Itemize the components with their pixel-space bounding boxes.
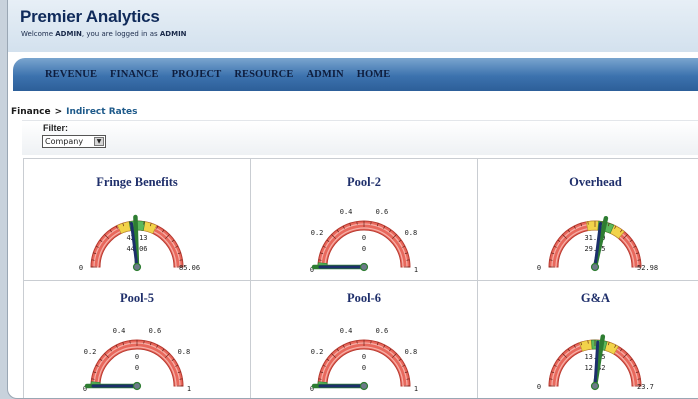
filter-bar: Filter: Company ▼ xyxy=(22,120,698,155)
gauge-svg: 023.713.8512.42 xyxy=(478,281,698,399)
chevron-down-icon[interactable]: ▼ xyxy=(94,137,104,146)
gauge-svg: 00.20.40.60.8100 xyxy=(251,281,478,399)
gauge-max-label: 23.7 xyxy=(637,383,654,391)
gauge-tick-label: 0.6 xyxy=(376,327,389,335)
gauge-tick-label: 1 xyxy=(414,266,418,274)
gauge-tick-label: 0.4 xyxy=(340,327,353,335)
nav-home[interactable]: HOME xyxy=(357,69,391,80)
gauge-hub xyxy=(361,264,368,271)
gauge-hub xyxy=(592,383,599,390)
gauge-svg: 085.0642.1344.06 xyxy=(24,159,251,281)
gauge-grid: Fringe Benefits085.0642.1344.06Pool-200.… xyxy=(23,158,698,399)
welcome-user: ADMIN xyxy=(55,30,82,38)
gauge-max-label: 85.06 xyxy=(179,264,200,272)
gauge-panel: G&A023.713.8512.42 xyxy=(478,281,698,399)
welcome-middle: , you are logged in as xyxy=(82,30,160,38)
gauge-value-1: 13.85 xyxy=(584,353,605,361)
gauge-value-2: 0 xyxy=(362,364,366,372)
gauge-hub xyxy=(592,264,599,271)
gauge-max-label: 52.98 xyxy=(637,264,658,272)
gauge-tick-label: 0.8 xyxy=(178,348,191,356)
gauge-value-2: 29.95 xyxy=(584,245,605,253)
crumb-separator: > xyxy=(55,107,63,117)
gauge-value-2: 0 xyxy=(135,364,139,372)
welcome-prefix: Welcome xyxy=(21,30,55,38)
filter-selected-value: Company xyxy=(45,137,83,146)
gauge-hub xyxy=(361,383,368,390)
gauge-min-label: 0 xyxy=(537,264,541,272)
gauge-min-label: 0 xyxy=(537,383,541,391)
gauge-hub xyxy=(134,383,141,390)
gauge-tick-label: 0.2 xyxy=(311,229,324,237)
gauge-value-2: 0 xyxy=(362,245,366,253)
nav-revenue[interactable]: REVENUE xyxy=(45,69,97,80)
gauge-tick-label: 0.8 xyxy=(405,229,418,237)
gauge-panel: Pool-600.20.40.60.8100 xyxy=(251,281,478,399)
nav-finance[interactable]: FINANCE xyxy=(110,69,159,80)
nav-admin[interactable]: ADMIN xyxy=(306,69,343,80)
gauge-tick-label: 0.4 xyxy=(340,208,353,216)
gauge-tick-label: 0.8 xyxy=(405,348,418,356)
crumb-indirect-rates: Indirect Rates xyxy=(66,107,137,117)
gauge-panel: Fringe Benefits085.0642.1344.06 xyxy=(24,159,251,281)
welcome-message: Welcome ADMIN, you are logged in as ADMI… xyxy=(21,30,187,38)
gauge-tick-label: 1 xyxy=(187,385,191,393)
gauge-tick-label: 0.6 xyxy=(149,327,162,335)
nav-resource[interactable]: RESOURCE xyxy=(234,69,293,80)
gauge-tick-label: 0.2 xyxy=(311,348,324,356)
gauge-tick-label: 0.4 xyxy=(113,327,126,335)
gauge-panel: Pool-200.20.40.60.8100 xyxy=(251,159,478,281)
filter-select[interactable]: Company ▼ xyxy=(42,135,106,148)
app-title: Premier Analytics xyxy=(20,7,160,27)
app-window: Premier Analytics Welcome ADMIN, you are… xyxy=(7,0,698,399)
gauge-svg: 00.20.40.60.8100 xyxy=(24,281,251,399)
gauge-tick-label: 0.6 xyxy=(376,208,389,216)
filter-label: Filter: xyxy=(43,123,68,133)
app-header: Premier Analytics Welcome ADMIN, you are… xyxy=(8,0,698,52)
gauge-panel: Overhead052.9831.4929.95 xyxy=(478,159,698,281)
nav-project[interactable]: PROJECT xyxy=(172,69,222,80)
breadcrumb: Finance >Indirect Rates xyxy=(11,107,137,117)
gauge-svg: 052.9831.4929.95 xyxy=(478,159,698,281)
gauge-tick-label: 1 xyxy=(414,385,418,393)
gauge-svg: 00.20.40.60.8100 xyxy=(251,159,478,281)
gauge-hub xyxy=(134,264,141,271)
main-nav: REVENUE FINANCE PROJECT RESOURCE ADMIN H… xyxy=(13,58,698,91)
gauge-min-label: 0 xyxy=(79,264,83,272)
gauge-value-1: 0 xyxy=(362,234,366,242)
gauge-value-1: 0 xyxy=(135,353,139,361)
gauge-panel: Pool-500.20.40.60.8100 xyxy=(24,281,251,399)
welcome-role: ADMIN xyxy=(160,30,187,38)
gauge-tick-label: 0.2 xyxy=(84,348,97,356)
gauge-value-1: 0 xyxy=(362,353,366,361)
crumb-finance[interactable]: Finance xyxy=(11,107,51,117)
